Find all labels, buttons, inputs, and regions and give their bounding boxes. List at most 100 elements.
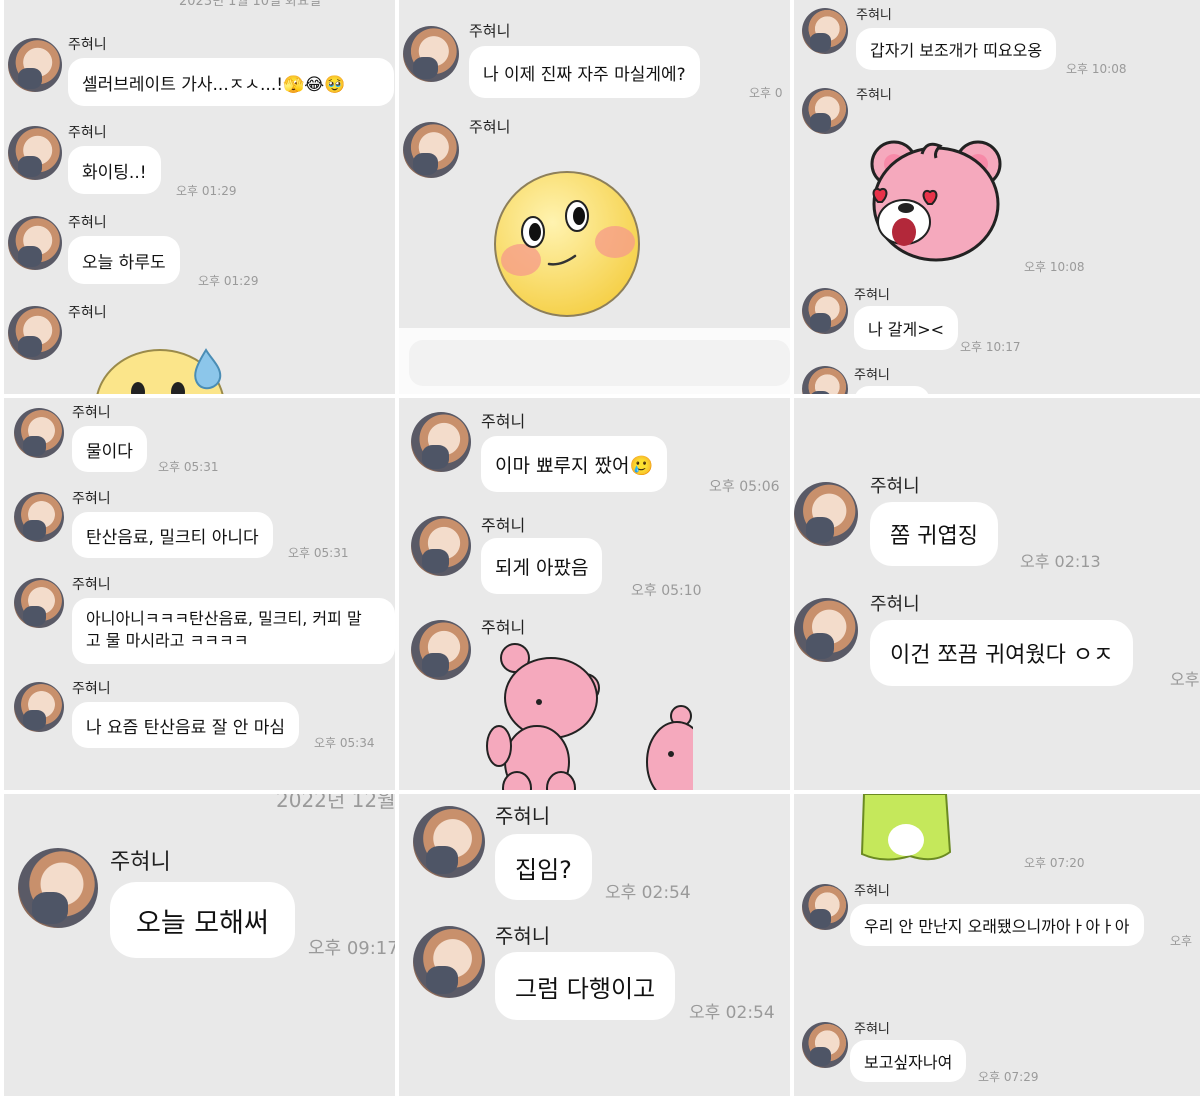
sender-name: 주혀니 — [110, 850, 171, 875]
sender-name: 주혀니 — [68, 305, 107, 321]
sender-name: 주혀니 — [870, 476, 920, 497]
sender-name: 주혀니 — [72, 681, 111, 697]
message-time: 오후 02:54 — [605, 883, 691, 903]
sender-name: 주혀니 — [495, 804, 551, 828]
message-bubble[interactable]: 집임? — [495, 834, 592, 900]
message-bubble[interactable]: 이마 뾰루지 짰어🥲 — [481, 436, 668, 492]
message-bubble[interactable]: 오늘 모해써 — [110, 882, 295, 958]
chat-panel-2: 주혀니 나 이제 진짜 자주 마실게에? 오후 0 주혀니 — [399, 0, 790, 394]
message-time: 오후 05:31 — [158, 460, 219, 474]
message-bubble[interactable]: 쫌 귀엽징 — [870, 502, 998, 566]
sender-name: 주혀니 — [854, 288, 890, 303]
message-bubble[interactable]: 나 갈게>< — [854, 306, 959, 350]
date-divider: 2022년 12월 — [276, 794, 395, 812]
sender-name: 주혀니 — [481, 618, 526, 637]
sender-name: 주혀니 — [481, 516, 526, 535]
sender-name: 주혀니 — [469, 118, 511, 136]
message-bubble[interactable]: 아니아니ㅋㅋㅋ탄산음료, 밀크티, 커피 말 고 물 마시라고 ㅋㅋㅋㅋ — [72, 598, 395, 664]
message-bubble[interactable]: 물이다 — [72, 426, 147, 472]
avatar[interactable] — [14, 408, 64, 458]
message-time: 오후 05:10 — [631, 583, 702, 599]
message-line-1: 아니아니ㅋㅋㅋ탄산음료, 밀크티, 커피 말 — [86, 609, 362, 628]
avatar[interactable] — [411, 620, 471, 680]
chat-panel-8: 주혀니 집임? 오후 02:54 주혀니 그럼 다행이고 오후 02:54 — [399, 794, 790, 1096]
message-time: 오후 05:31 — [288, 546, 349, 560]
avatar[interactable] — [411, 516, 471, 576]
avatar[interactable] — [403, 26, 459, 82]
message-bubble[interactable]: 탄산음료, 밀크티 아니다 — [72, 512, 273, 558]
avatar[interactable] — [802, 88, 848, 134]
chat-panel-7: 2022년 12월 주혀니 오늘 모해써 오후 09:17 — [4, 794, 395, 1096]
message-time: 오후 — [1170, 670, 1200, 689]
message-bubble[interactable]: 그럼 다행이고 — [495, 952, 676, 1020]
message-time: 오후 10:17 — [960, 340, 1021, 354]
avatar[interactable] — [18, 848, 98, 928]
message-bubble[interactable]: 나 이제 진짜 자주 마실게에? — [469, 46, 700, 98]
avatar[interactable] — [403, 122, 459, 178]
message-bubble[interactable]: 나 요즘 탄산음료 잘 안 마심 — [72, 702, 300, 748]
chat-panel-9: 오후 07:20 주혀니 우리 안 만난지 오래됐으니까아ㅏ아ㅏ아 오후 주혀니… — [794, 794, 1200, 1096]
avatar[interactable] — [14, 578, 64, 628]
pink-bear-walking-sticker — [486, 643, 693, 790]
sender-name: 주혀니 — [68, 125, 107, 141]
avatar[interactable] — [14, 682, 64, 732]
sender-name: 주혀니 — [870, 594, 920, 615]
message-bubble[interactable]: 보고싶자나여 — [850, 1040, 967, 1082]
message-bubble[interactable]: 오늘 하루도 — [68, 236, 180, 284]
message-input[interactable] — [409, 340, 790, 386]
avatar[interactable] — [14, 492, 64, 542]
message-time: 오후 0 — [749, 86, 783, 100]
message-bubble[interactable]: 화이팅..! — [68, 146, 161, 194]
avatar[interactable] — [8, 126, 62, 180]
message-time: 오후 — [1170, 934, 1193, 948]
message-bubble[interactable] — [854, 386, 930, 394]
avatar[interactable] — [794, 482, 858, 546]
sender-name: 주혀니 — [854, 368, 890, 383]
avatar[interactable] — [413, 806, 485, 878]
message-time: 오후 10:08 — [1066, 62, 1127, 76]
green-frog-sticker — [860, 794, 952, 861]
message-bubble[interactable]: 갑자기 보조개가 띠요오옹 — [856, 28, 1057, 70]
sender-name: 주혀니 — [72, 491, 111, 507]
chat-panel-1: 2023년 1월 10일 화요일 주혀니 셀러브레이트 가사...ㅈㅅ...!🫣… — [4, 0, 395, 394]
sender-name: 주혀니 — [72, 577, 111, 593]
chat-panel-5: 주혀니 이마 뾰루지 짰어🥲 오후 05:06 주혀니 되게 아팠음 오후 05… — [399, 398, 790, 790]
sender-name: 주혀니 — [856, 88, 892, 103]
avatar[interactable] — [413, 926, 485, 998]
avatar[interactable] — [802, 884, 848, 930]
avatar[interactable] — [8, 216, 62, 270]
avatar[interactable] — [802, 366, 848, 394]
message-time: 오후 02:54 — [689, 1003, 775, 1023]
sweating-emoji-sticker — [96, 348, 224, 394]
message-time: 오후 07:29 — [978, 1070, 1039, 1084]
sender-name: 주혀니 — [481, 412, 526, 431]
message-bubble[interactable]: 셀러브레이트 가사...ㅈㅅ...!🫣😂🥹 — [68, 58, 394, 106]
message-bubble[interactable]: 되게 아팠음 — [481, 538, 603, 594]
message-bubble[interactable]: 이건 쪼끔 귀여웠다 ㅇㅈ — [870, 620, 1134, 686]
message-time: 오후 10:08 — [1024, 260, 1085, 274]
chat-panel-3: 주혀니 갑자기 보조개가 띠요오옹 오후 10:08 주혀니 오후 10:08 … — [794, 0, 1200, 394]
avatar[interactable] — [8, 38, 62, 92]
avatar[interactable] — [411, 412, 471, 472]
avatar[interactable] — [802, 1022, 848, 1068]
blushing-emoji-sticker — [494, 171, 640, 317]
avatar[interactable] — [794, 598, 858, 662]
message-time: 오후 01:29 — [176, 184, 237, 198]
date-divider: 2023년 1월 10일 화요일 — [179, 0, 322, 9]
sender-name: 주혀니 — [854, 1022, 890, 1037]
avatar[interactable] — [802, 8, 848, 54]
message-time: 오후 05:34 — [314, 736, 375, 750]
message-bubble[interactable]: 우리 안 만난지 오래됐으니까아ㅏ아ㅏ아 — [850, 904, 1144, 946]
message-time: 오후 01:29 — [198, 274, 259, 288]
avatar[interactable] — [802, 288, 848, 334]
sender-name: 주혀니 — [854, 884, 890, 899]
chat-panel-4: 주혀니 물이다 오후 05:31 주혀니 탄산음료, 밀크티 아니다 오후 05… — [4, 398, 395, 790]
avatar[interactable] — [8, 306, 62, 360]
message-time: 오후 05:06 — [709, 479, 780, 495]
chat-panel-6: 주혀니 쫌 귀엽징 오후 02:13 주혀니 이건 쪼끔 귀여웠다 ㅇㅈ 오후 — [794, 398, 1200, 790]
sender-name: 주혀니 — [68, 37, 107, 53]
sender-name: 주혀니 — [856, 8, 892, 23]
sender-name: 주혀니 — [68, 215, 107, 231]
sender-name: 주혀니 — [495, 924, 551, 948]
message-time: 오후 09:17 — [308, 938, 395, 959]
